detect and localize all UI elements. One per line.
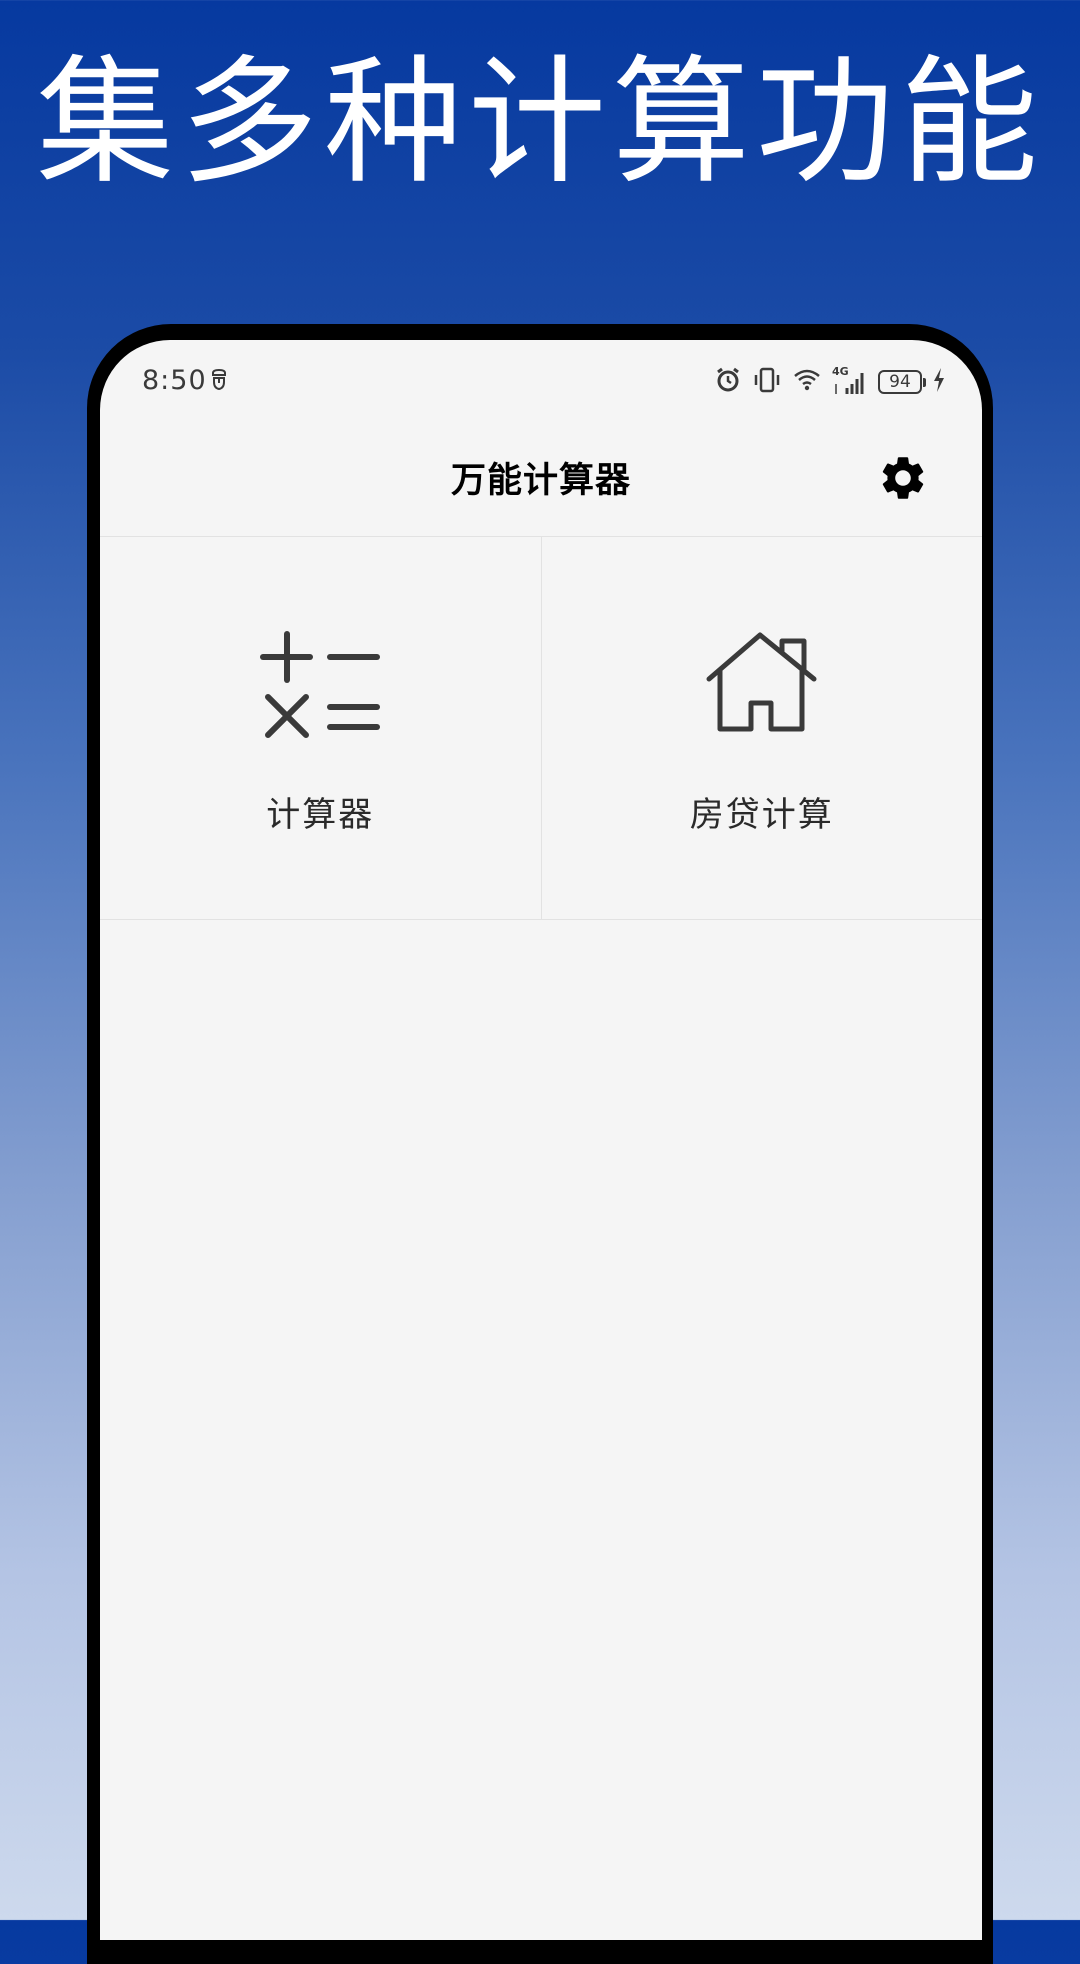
charging-icon xyxy=(932,367,946,397)
battery-level: 94 xyxy=(889,372,911,392)
status-time: 8:50 xyxy=(142,365,207,396)
calculator-icon xyxy=(100,631,541,745)
calculator-tile[interactable]: 计算器 xyxy=(100,537,541,919)
vibrate-icon xyxy=(752,366,782,398)
mortgage-label: 房贷计算 xyxy=(689,795,834,835)
phone-screen: 8:50 4G 94 万能计算器 计算器 房贷计算 xyxy=(100,340,982,1940)
tool-grid: 计算器 房贷计算 xyxy=(100,536,982,920)
calculator-label: 计算器 xyxy=(266,795,375,835)
gear-icon xyxy=(877,452,929,508)
wifi-icon xyxy=(792,367,822,397)
battery-icon: 94 xyxy=(878,370,926,394)
alarm-icon xyxy=(714,366,742,398)
notification-icon xyxy=(210,368,228,396)
signal-icon: 4G xyxy=(832,365,868,396)
settings-button[interactable] xyxy=(876,453,930,507)
mortgage-tile[interactable]: 房贷计算 xyxy=(540,537,983,919)
app-header: 万能计算器 xyxy=(100,424,982,536)
app-title: 万能计算器 xyxy=(450,461,631,501)
status-bar: 8:50 4G 94 xyxy=(100,340,982,424)
status-icons: 4G 94 xyxy=(714,362,946,402)
house-icon xyxy=(542,631,983,733)
promo-headline: 集多种计算功能 xyxy=(35,42,1044,203)
